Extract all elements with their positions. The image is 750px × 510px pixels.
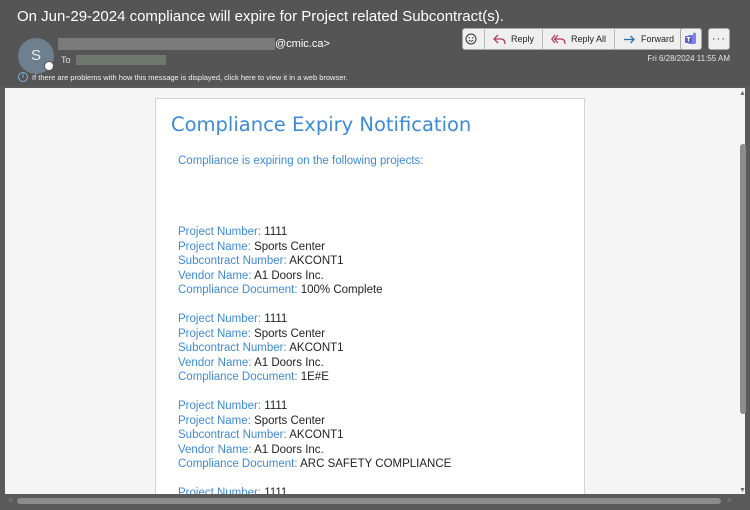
compliance-document-label: Compliance Document:: [178, 371, 298, 384]
vendor-name-label: Vendor Name:: [178, 356, 252, 369]
horizontal-scrollbar[interactable]: ◀ ▶: [5, 496, 745, 506]
scroll-down-arrow-icon[interactable]: ▼: [739, 487, 746, 494]
project-number-label: Project Number:: [178, 312, 262, 325]
compliance-document-value: 1E#E: [300, 371, 329, 384]
subcontract-number-line: Subcontract Number: AKCONT1: [178, 428, 451, 443]
project-name-label: Project Name:: [178, 240, 251, 253]
project-name-line: Project Name: Sports Center: [178, 327, 451, 342]
project-name-value: Sports Center: [254, 327, 326, 340]
reply-all-button[interactable]: Reply All: [543, 29, 616, 49]
sender-name-redacted[interactable]: [58, 38, 275, 50]
forward-icon: [624, 35, 635, 43]
scroll-right-arrow-icon[interactable]: ▶: [728, 496, 733, 504]
scroll-left-arrow-icon[interactable]: ◀: [7, 496, 12, 504]
horizontal-scroll-thumb[interactable]: [17, 498, 721, 504]
reply-button[interactable]: Reply: [485, 29, 544, 49]
sender-email-domain[interactable]: @cmic.ca>: [275, 38, 330, 50]
presence-status-icon: [44, 61, 54, 71]
recipient-redacted[interactable]: [76, 55, 166, 65]
subcontract-number-label: Subcontract Number:: [178, 342, 287, 355]
vertical-scrollbar[interactable]: ▲ ▼: [739, 90, 747, 494]
project-number-line: Project Number: 1111: [178, 225, 451, 240]
reply-all-label: Reply All: [571, 34, 607, 44]
compliance-document-label: Compliance Document:: [178, 458, 298, 471]
received-date: Fri 6/28/2024 11:55 AM: [647, 54, 730, 63]
vendor-name-value: A1 Doors Inc.: [254, 356, 324, 369]
subcontract-number-label: Subcontract Number:: [178, 255, 287, 268]
compliance-document-line: Compliance Document: ARC SAFETY COMPLIAN…: [178, 457, 451, 472]
project-number-label: Project Number:: [178, 226, 262, 238]
vendor-name-line: Vendor Name: A1 Doors Inc.: [178, 443, 451, 458]
compliance-record: Project Number: 1111 Project Name: Sport…: [178, 225, 451, 298]
project-name-label: Project Name:: [178, 327, 251, 340]
compliance-document-line: Compliance Document: 100% Complete: [178, 283, 451, 298]
emoji-icon: [465, 33, 477, 45]
vendor-name-value: A1 Doors Inc.: [254, 269, 324, 282]
project-number-line: Project Number: 1111: [178, 312, 451, 327]
scroll-up-arrow-icon[interactable]: ▲: [739, 90, 746, 97]
display-warning-bar[interactable]: i If there are problems with how this me…: [18, 72, 348, 82]
compliance-record: Project Number: 1111 Project Name: Sport…: [178, 312, 451, 385]
vendor-name-value: A1 Doors Inc.: [254, 443, 324, 456]
forward-label: Forward: [641, 34, 675, 44]
compliance-record: Project Number: 1111: [178, 486, 451, 494]
project-number-value: 1111: [264, 312, 288, 325]
reply-label: Reply: [511, 34, 535, 44]
vendor-name-line: Vendor Name: A1 Doors Inc.: [178, 269, 451, 284]
compliance-document-label: Compliance Document:: [178, 284, 298, 297]
message-actions: Reply Reply All Forward: [462, 28, 684, 50]
message-body: Compliance Expiry Notification Complianc…: [5, 88, 745, 494]
to-label: To: [61, 55, 71, 65]
subcontract-number-value: AKCONT1: [289, 429, 344, 442]
compliance-document-value: ARC SAFETY COMPLIANCE: [300, 458, 452, 471]
project-name-label: Project Name:: [178, 414, 251, 427]
forward-button[interactable]: Forward: [615, 29, 682, 49]
notification-intro: Compliance is expiring on the following …: [178, 155, 424, 167]
project-name-line: Project Name: Sports Center: [178, 240, 451, 255]
teams-share-button[interactable]: [680, 28, 702, 50]
subcontract-number-line: Subcontract Number: AKCONT1: [178, 254, 451, 269]
teams-icon: [685, 32, 697, 44]
project-name-value: Sports Center: [254, 414, 326, 427]
project-number-line: Project Number: 1111: [178, 399, 451, 414]
project-number-value: 1111: [264, 226, 288, 238]
reply-all-icon: [551, 34, 566, 44]
project-name-value: Sports Center: [254, 240, 326, 253]
project-number-line: Project Number: 1111: [178, 486, 451, 494]
display-warning-text[interactable]: If there are problems with how this mess…: [32, 73, 348, 82]
compliance-record: Project Number: 1111 Project Name: Sport…: [178, 399, 451, 472]
notification-title: Compliance Expiry Notification: [171, 113, 472, 136]
more-actions-button[interactable]: ···: [708, 28, 730, 50]
email-subject: On Jun-29-2024 compliance will expire fo…: [17, 8, 504, 25]
message-header: On Jun-29-2024 compliance will expire fo…: [0, 0, 750, 86]
vendor-name-label: Vendor Name:: [178, 443, 252, 456]
vendor-name-line: Vendor Name: A1 Doors Inc.: [178, 356, 451, 371]
notification-card: Compliance Expiry Notification Complianc…: [155, 98, 585, 494]
vertical-scroll-thumb[interactable]: [740, 144, 746, 414]
compliance-document-value: 100% Complete: [300, 284, 383, 297]
project-number-value: 1111: [264, 399, 288, 412]
project-number-label: Project Number:: [178, 399, 262, 412]
info-icon: i: [18, 72, 28, 82]
emoji-reaction-button[interactable]: [463, 29, 485, 49]
compliance-records: Project Number: 1111 Project Name: Sport…: [178, 225, 451, 494]
project-number-value: 1111: [264, 486, 288, 494]
vendor-name-label: Vendor Name:: [178, 269, 252, 282]
project-number-label: Project Number:: [178, 486, 262, 494]
subcontract-number-value: AKCONT1: [289, 255, 344, 268]
project-name-line: Project Name: Sports Center: [178, 414, 451, 429]
subcontract-number-value: AKCONT1: [289, 342, 344, 355]
compliance-document-line: Compliance Document: 1E#E: [178, 370, 451, 385]
subcontract-number-label: Subcontract Number:: [178, 429, 287, 442]
reply-icon: [493, 34, 506, 44]
subcontract-number-line: Subcontract Number: AKCONT1: [178, 341, 451, 356]
